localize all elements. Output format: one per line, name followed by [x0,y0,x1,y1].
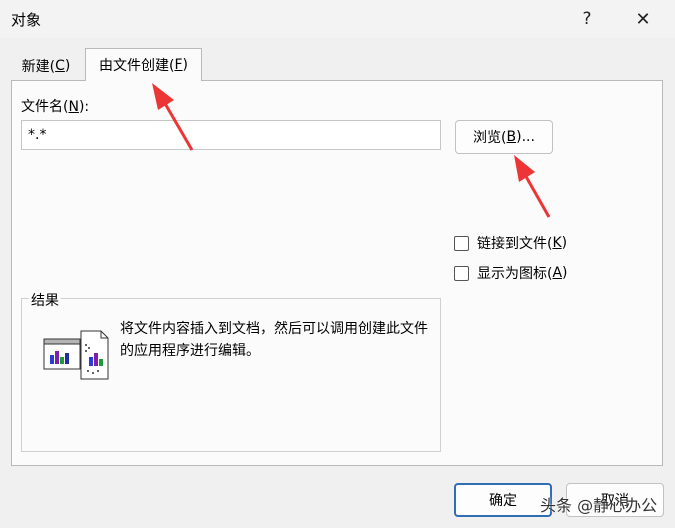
checkbox-box[interactable] [454,265,469,281]
display-as-icon-checkbox[interactable]: 显示为图标(A) [454,263,568,283]
link-key: K [552,235,562,251]
filename-label-suffix: ): [78,99,90,115]
tab-new-label: 新建( [21,59,56,75]
browse-label: 浏览( [473,130,507,146]
filename-label: 文件名(N): [21,96,89,116]
result-title: 结果 [29,290,61,310]
close-icon[interactable]: ✕ [628,6,658,32]
tab-file-key: F [174,57,183,73]
icon-key: A [552,265,563,281]
filename-label-text: 文件名( [21,99,69,115]
icon-label: 显示为图标( [477,266,553,282]
tab-new-key: C [55,58,65,74]
checkbox-box[interactable] [454,235,469,251]
watermark: 头条 @静心办公 [540,496,658,515]
embedded-document-icon [43,330,109,380]
result-description: 将文件内容插入到文档，然后可以调用创建此文件的应用程序进行编辑。 [120,321,428,359]
filename-input[interactable] [21,120,441,150]
link-label: 链接到文件( [477,236,553,252]
icon-suffix: ) [562,265,568,281]
browse-button[interactable]: 浏览(B)... [455,120,553,154]
tab-file-label: 由文件创建( [99,58,175,74]
link-suffix: ) [561,235,568,251]
tab-new[interactable]: 新建(C) [11,52,81,80]
dialog-title: 对象 [11,11,42,29]
tab-new-suffix: ) [64,58,71,74]
tab-file-suffix: ) [182,57,188,73]
browse-suffix: )... [516,129,535,145]
link-to-file-checkbox[interactable]: 链接到文件(K) [454,233,567,253]
filename-label-key: N [68,99,79,115]
tab-create-from-file[interactable]: 由文件创建(F) [85,48,202,81]
ok-button[interactable]: 确定 [454,483,552,517]
browse-key: B [506,129,517,145]
help-icon[interactable]: ? [572,6,602,32]
title-bar: 对象 ? ✕ [0,0,675,38]
